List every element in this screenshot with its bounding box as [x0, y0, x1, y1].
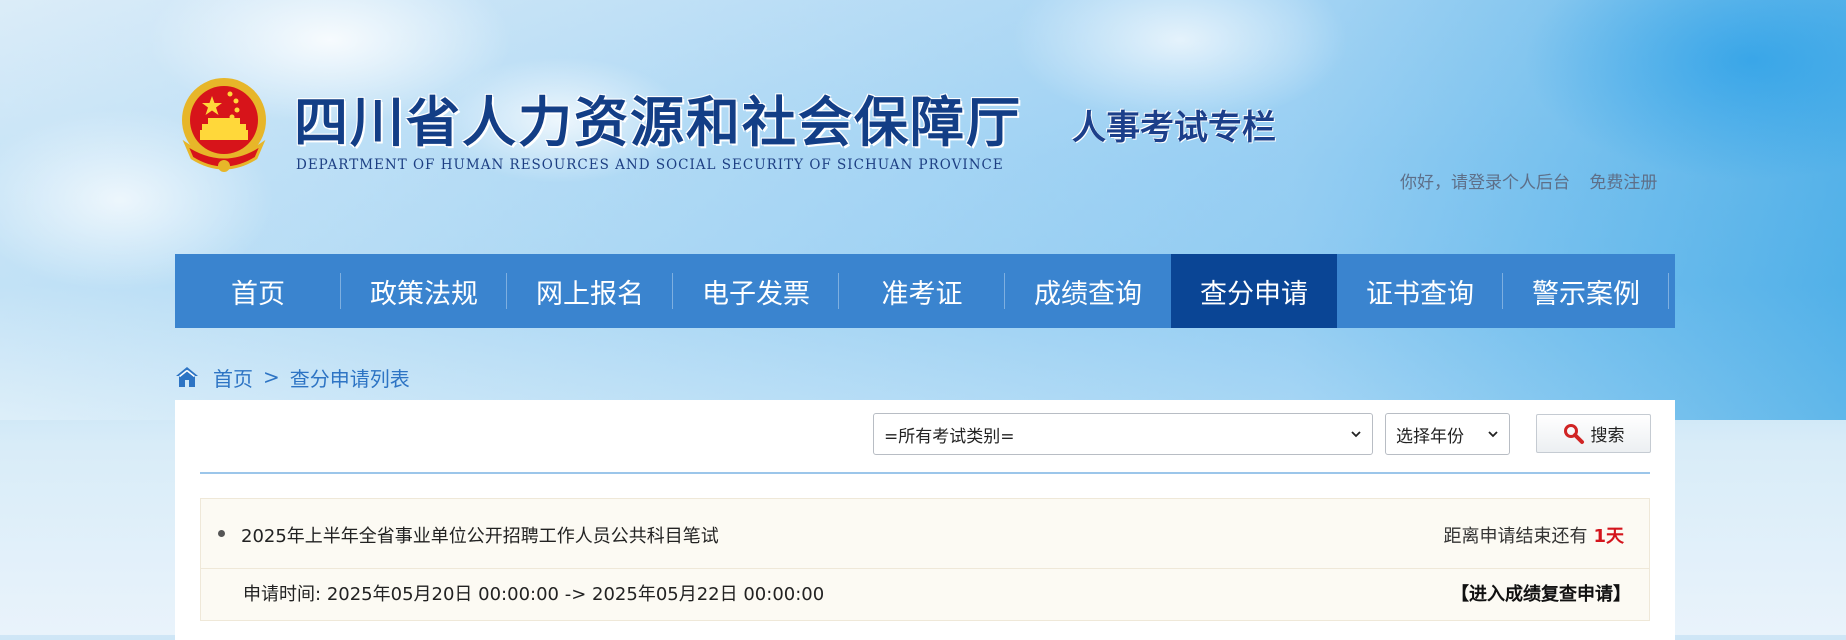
breadcrumb-separator: > — [263, 365, 280, 389]
nav-item-e-invoice[interactable]: 电子发票 — [673, 254, 839, 328]
remaining-label: 距离申请结束还有 — [1443, 526, 1588, 547]
application-period-value: 2025年05月20日 00:00:00 -> 2025年05月22日 00:0… — [326, 584, 825, 605]
nav-item-registration[interactable]: 网上报名 — [507, 254, 673, 328]
breadcrumb-current: 查分申请列表 — [289, 366, 410, 391]
user-links: 你好，请登录个人后台 免费注册 — [1400, 168, 1671, 193]
exam-type-value: =所有考试类别= — [884, 426, 1015, 447]
site-title: 四川省人力资源和社会保障厅 — [294, 90, 1022, 154]
magnifier-icon — [1563, 423, 1584, 444]
national-emblem-icon — [176, 74, 272, 182]
year-value: 选择年份 — [1396, 426, 1464, 447]
site-subtitle: DEPARTMENT OF HUMAN RESOURCES AND SOCIAL… — [296, 157, 1004, 173]
chevron-down-icon — [1488, 431, 1498, 438]
nav-item-score-review[interactable]: 查分申请 — [1171, 254, 1337, 328]
sky-background — [0, 0, 1846, 420]
list-item-header: 2025年上半年全省事业单位公开招聘工作人员公共科目笔试 距离申请结束还有 1天 — [201, 499, 1649, 569]
breadcrumb: 首页 > 查分申请列表 — [175, 362, 410, 392]
breadcrumb-home[interactable]: 首页 — [213, 363, 253, 392]
nav-item-score-query[interactable]: 成绩查询 — [1005, 254, 1171, 328]
application-period: 申请时间: 2025年05月20日 00:00:00 -> 2025年05月22… — [243, 580, 824, 606]
enter-review-link[interactable]: 【进入成绩复查申请】 — [1451, 580, 1631, 606]
login-link[interactable]: 你好，请登录个人后台 — [1400, 173, 1570, 193]
exam-type-select[interactable]: =所有考试类别= — [873, 413, 1373, 455]
search-button-label: 搜索 — [1590, 426, 1625, 446]
year-select[interactable]: 选择年份 — [1385, 413, 1510, 455]
application-period-label: 申请时间: — [243, 584, 322, 605]
nav-item-home[interactable]: 首页 — [175, 254, 341, 328]
bullet-icon — [218, 530, 225, 537]
nav-item-policy[interactable]: 政策法规 — [341, 254, 507, 328]
divider — [200, 472, 1650, 474]
nav-item-certificate-query[interactable]: 证书查询 — [1337, 254, 1503, 328]
remaining-value: 1天 — [1593, 526, 1624, 547]
home-icon[interactable] — [175, 365, 199, 389]
nav-item-warning-cases[interactable]: 警示案例 — [1503, 254, 1669, 328]
chevron-down-icon — [1351, 431, 1361, 438]
nav-item-admission-ticket[interactable]: 准考证 — [839, 254, 1005, 328]
content-panel: =所有考试类别= 选择年份 搜索 2025年上半年全省事业单位公开招聘工作人员公… — [175, 400, 1675, 640]
list-item: 2025年上半年全省事业单位公开招聘工作人员公共科目笔试 距离申请结束还有 1天 … — [200, 498, 1650, 621]
exam-title[interactable]: 2025年上半年全省事业单位公开招聘工作人员公共科目笔试 — [241, 522, 719, 548]
search-button[interactable]: 搜索 — [1536, 414, 1651, 453]
remaining-time: 距离申请结束还有 1天 — [1443, 522, 1624, 548]
register-link[interactable]: 免费注册 — [1589, 173, 1657, 193]
column-title: 人事考试专栏 — [1072, 108, 1276, 148]
main-nav: 首页 政策法规 网上报名 电子发票 准考证 成绩查询 查分申请 证书查询 警示案… — [175, 254, 1675, 328]
